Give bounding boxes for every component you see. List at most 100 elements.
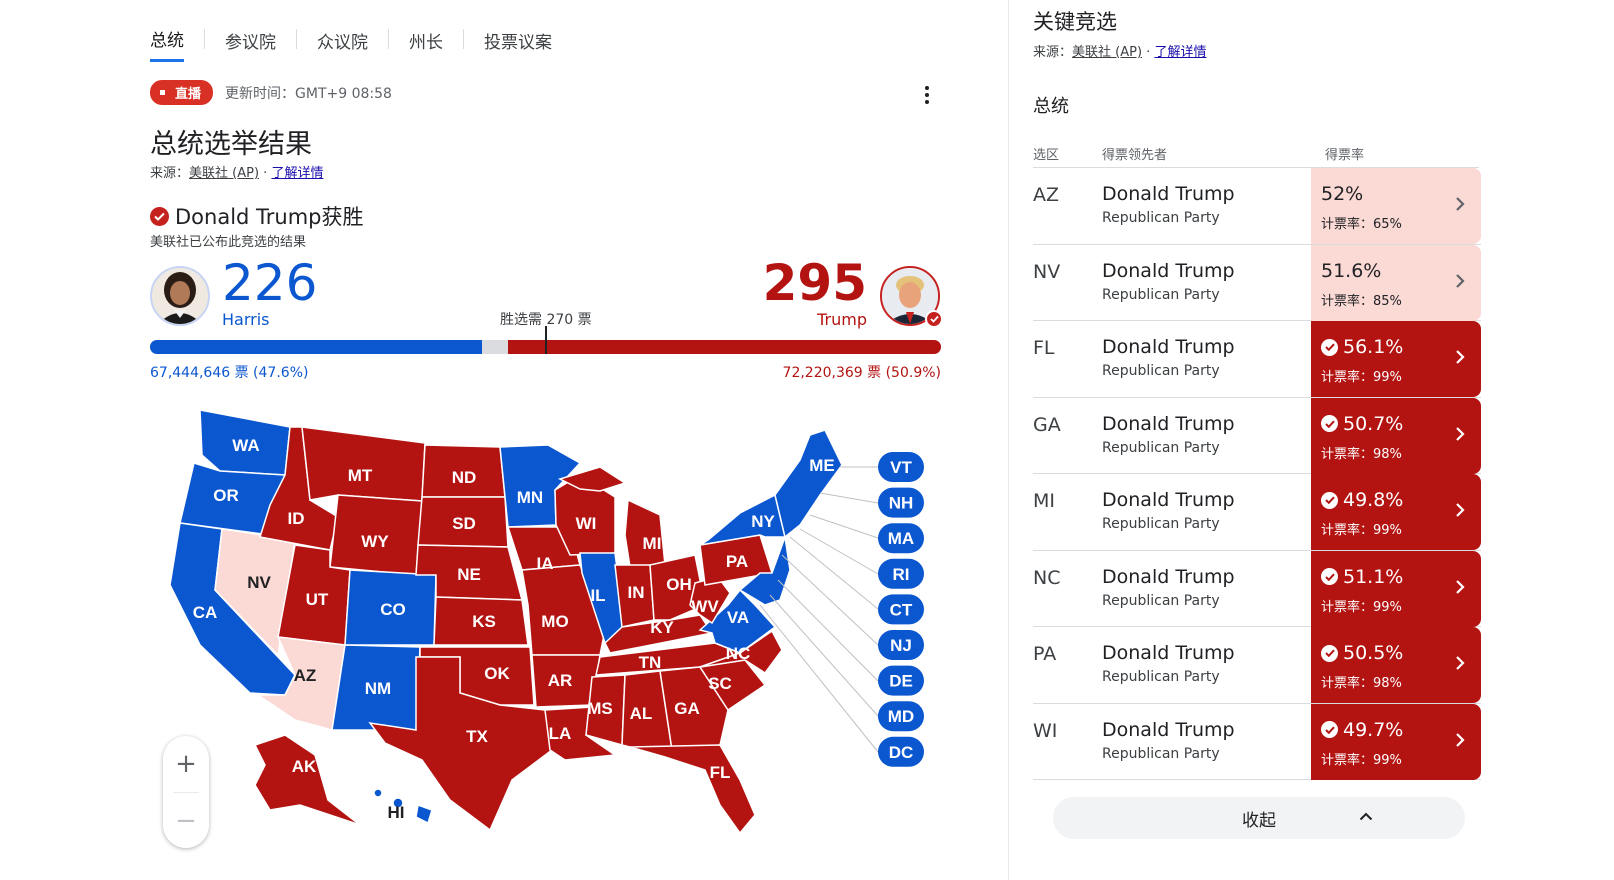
- tab-house[interactable]: 众议院: [317, 24, 368, 61]
- race-result-cell[interactable]: 50.5% 计票率：98%: [1311, 627, 1481, 703]
- race-row[interactable]: AZ Donald Trump Republican Party 52% 计票率：65%: [1033, 168, 1481, 245]
- kr-source-name[interactable]: 美联社 (AP): [1072, 45, 1142, 60]
- race-candidate: Donald Trump: [1102, 642, 1235, 664]
- tab-divider: [296, 29, 297, 49]
- trump-electoral-votes: 295: [762, 254, 867, 312]
- race-state: AZ: [1033, 184, 1060, 206]
- race-row[interactable]: NV Donald Trump Republican Party 51.6% 计票率：8…: [1033, 244, 1481, 321]
- race-row[interactable]: GA Donald Trump Republican Party 50.7% 计票率：9…: [1033, 397, 1481, 474]
- race-row[interactable]: WI Donald Trump Republican Party 49.7% 计票率：9…: [1033, 703, 1481, 780]
- label-IL: IL: [590, 586, 605, 605]
- race-row[interactable]: PA Donald Trump Republican Party 50.5% 计票率：9…: [1033, 627, 1481, 704]
- race-result-cell[interactable]: 51.6% 计票率：85%: [1311, 244, 1481, 321]
- zoom-in-button[interactable]: +: [163, 736, 209, 792]
- race-pct-value: 50.5%: [1343, 642, 1404, 664]
- kr-learn-more-link[interactable]: 了解详情: [1154, 45, 1206, 60]
- label-AK: AK: [292, 757, 317, 776]
- winner-text: Donald Trump获胜: [175, 205, 364, 229]
- chevron-right-icon: [1455, 732, 1465, 752]
- label-NM: NM: [365, 679, 391, 698]
- panel-divider: [1008, 0, 1009, 880]
- race-state: NC: [1033, 566, 1061, 589]
- harris-electoral-votes: 226: [222, 254, 318, 312]
- key-races-table: AZ Donald Trump Republican Party 52% 计票率：65%…: [1033, 168, 1481, 780]
- winner-line: Donald Trump获胜: [150, 201, 364, 231]
- label-AZ: AZ: [294, 666, 317, 685]
- race-result-cell[interactable]: 52% 计票率：65%: [1311, 168, 1481, 244]
- collapse-button[interactable]: 收起: [1053, 797, 1465, 839]
- race-candidate: Donald Trump: [1102, 412, 1235, 435]
- small-state-label: MD: [888, 707, 914, 726]
- race-party: Republican Party: [1102, 745, 1220, 762]
- label-TX: TX: [466, 727, 488, 746]
- trump-bar: [507, 340, 941, 354]
- state-HI-3: [415, 803, 433, 825]
- key-races-section: 总统: [1033, 96, 1069, 117]
- race-tabs: 总统 参议院 众议院 州长 投票议案: [150, 22, 552, 62]
- called-check-icon: [1321, 568, 1338, 585]
- more-options-icon[interactable]: [918, 84, 936, 106]
- called-check-icon: [1321, 338, 1338, 356]
- learn-more-link[interactable]: 了解详情: [271, 166, 323, 181]
- label-WA: WA: [232, 436, 259, 455]
- race-result-cell[interactable]: 51.1% 计票率：99%: [1311, 550, 1481, 627]
- race-result-cell[interactable]: 56.1% 计票率：99%: [1311, 321, 1481, 397]
- race-percentage: 51.6%: [1321, 260, 1381, 282]
- label-KS: KS: [472, 612, 496, 631]
- small-state-label: DC: [889, 743, 914, 762]
- key-races-title: 关键竞选: [1033, 10, 1117, 34]
- race-count-rate: 计票率：99%: [1321, 752, 1402, 768]
- small-state-label: VT: [890, 458, 912, 477]
- race-party: Republican Party: [1102, 439, 1220, 456]
- race-row[interactable]: MI Donald Trump Republican Party 49.8% 计票率：9…: [1033, 474, 1481, 551]
- race-pct-value: 49.7%: [1343, 718, 1404, 741]
- live-badge: 直播: [150, 80, 214, 105]
- race-party: Republican Party: [1102, 286, 1220, 303]
- winner-check-icon: [150, 206, 169, 226]
- label-GA: GA: [674, 699, 700, 718]
- chevron-right-icon: [1455, 426, 1465, 446]
- zoom-out-button[interactable]: −: [173, 792, 199, 848]
- label-LA: LA: [549, 724, 572, 743]
- tab-divider: [204, 29, 205, 49]
- race-party: Republican Party: [1102, 210, 1220, 226]
- tab-senate[interactable]: 参议院: [225, 24, 276, 61]
- race-result-cell[interactable]: 50.7% 计票率：98%: [1311, 397, 1481, 474]
- called-check-icon: [1321, 415, 1338, 432]
- label-WV: WV: [691, 597, 719, 616]
- race-percentage: 56.1%: [1321, 336, 1403, 358]
- tab-divider: [388, 29, 389, 49]
- state-MT: [301, 426, 426, 502]
- race-result-cell[interactable]: 49.7% 计票率：99%: [1311, 703, 1481, 780]
- source-separator: ·: [259, 166, 272, 181]
- small-state-label: MA: [888, 529, 914, 548]
- race-pct-value: 52%: [1321, 183, 1364, 205]
- race-pct-value: 51.1%: [1343, 565, 1404, 588]
- label-ND: ND: [452, 468, 477, 487]
- race-row[interactable]: NC Donald Trump Republican Party 51.1% 计票率：9…: [1033, 550, 1481, 627]
- race-percentage: 51.1%: [1321, 566, 1403, 588]
- header-rate: 得票率: [1325, 148, 1365, 163]
- map-zoom-control: + −: [163, 736, 209, 848]
- race-percentage: 49.7%: [1321, 719, 1403, 741]
- tab-governor[interactable]: 州长: [409, 24, 443, 61]
- race-party: Republican Party: [1102, 669, 1220, 685]
- tab-president[interactable]: 总统: [150, 22, 184, 62]
- header-leader: 得票领先者: [1102, 148, 1168, 163]
- page-title: 总统选举结果: [150, 129, 312, 160]
- electoral-map[interactable]: WA OR CA ID NV AZ UT MT WY CO NM ND SD N…: [160, 405, 940, 845]
- harris-avatar: [150, 266, 210, 326]
- label-MI: MI: [643, 534, 662, 553]
- race-result-cell[interactable]: 49.8% 计票率：99%: [1311, 474, 1481, 550]
- label-TN: TN: [639, 653, 662, 672]
- live-status: 直播 更新时间：GMT+9 08:58: [150, 80, 392, 105]
- state-new-england: [774, 429, 843, 539]
- race-percentage: 49.8%: [1321, 489, 1403, 511]
- called-check-icon: [1321, 644, 1338, 662]
- called-check-icon: [1321, 491, 1338, 509]
- kr-source-prefix: 来源：: [1033, 45, 1073, 60]
- race-row[interactable]: FL Donald Trump Republican Party 56.1% 计票率：9…: [1033, 321, 1481, 398]
- source-name[interactable]: 美联社 (AP): [189, 166, 259, 181]
- label-VA: VA: [727, 608, 749, 627]
- tab-ballot-measures[interactable]: 投票议案: [484, 24, 552, 61]
